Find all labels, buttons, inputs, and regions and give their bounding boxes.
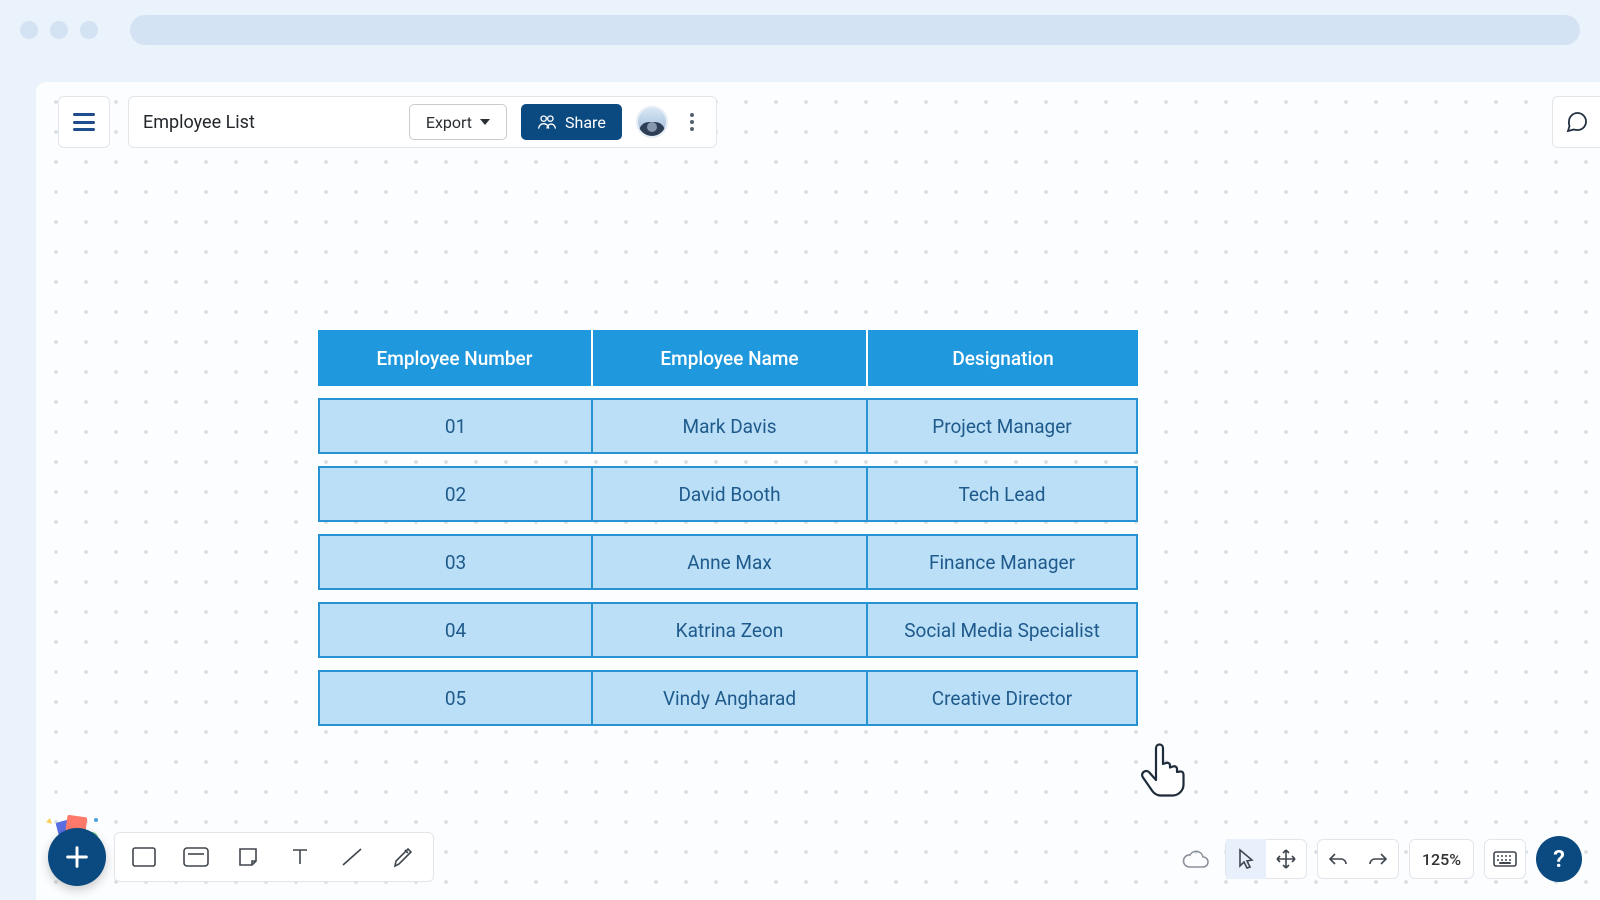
menu-button[interactable] [58,96,110,148]
text-icon [288,845,312,869]
browser-dot [20,21,38,39]
column-header: Employee Name [593,330,868,386]
share-label: Share [565,113,606,132]
cell-role: Finance Manager [866,534,1138,590]
cell-role: Social Media Specialist [866,602,1138,658]
cell-name: David Booth [591,466,868,522]
undo-redo-group [1317,839,1399,879]
redo-icon [1367,850,1389,868]
employee-table[interactable]: Employee Number Employee Name Designatio… [318,330,1138,726]
sticky-note-icon [236,845,260,869]
undo-icon [1327,850,1349,868]
caret-down-icon [480,119,490,125]
comments-button[interactable] [1552,96,1600,148]
help-button[interactable]: ? [1536,836,1582,882]
move-icon [1275,848,1297,870]
shape-toolbar [114,832,434,882]
keyboard-button[interactable] [1484,839,1526,879]
text-tool[interactable] [281,838,319,876]
browser-address-bar[interactable] [130,15,1580,45]
column-header: Designation [868,330,1138,386]
export-button[interactable]: Export [409,104,507,140]
cell-name: Mark Davis [591,398,868,454]
table-row[interactable]: 05 Vindy Angharad Creative Director [318,670,1138,726]
table-row[interactable]: 03 Anne Max Finance Manager [318,534,1138,590]
cell-role: Project Manager [866,398,1138,454]
line-icon [339,845,365,869]
plus-icon [63,843,91,871]
share-button[interactable]: Share [521,104,622,140]
cell-number: 04 [318,602,593,658]
table-row[interactable]: 04 Katrina Zeon Social Media Specialist [318,602,1138,658]
user-avatar[interactable] [636,106,668,138]
keyboard-icon [1492,850,1518,868]
canvas[interactable]: Employee List Export Share [36,82,1600,900]
export-label: Export [426,113,472,132]
cursor-mode-group [1225,839,1307,879]
line-tool[interactable] [333,838,371,876]
document-title[interactable]: Employee List [143,112,255,133]
title-bar: Employee List Export Share [128,96,717,148]
column-header: Employee Number [318,330,593,386]
table-header: Employee Number Employee Name Designatio… [318,330,1138,386]
pan-mode[interactable] [1266,839,1306,879]
card-icon [182,846,210,868]
note-tool[interactable] [229,838,267,876]
highlighter-icon [391,844,417,870]
browser-dot [50,21,68,39]
rectangle-icon [131,846,157,868]
sync-status[interactable] [1175,839,1215,879]
cell-name: Katrina Zeon [591,602,868,658]
browser-dot [80,21,98,39]
cell-number: 01 [318,398,593,454]
browser-chrome [0,0,1600,60]
cell-name: Vindy Angharad [591,670,868,726]
rectangle-tool[interactable] [125,838,163,876]
add-button[interactable] [48,828,106,886]
people-icon [537,114,557,130]
cursor-icon [1236,848,1256,870]
zoom-group[interactable]: 125% [1409,839,1474,879]
cell-role: Creative Director [866,670,1138,726]
card-tool[interactable] [177,838,215,876]
cell-number: 05 [318,670,593,726]
redo-button[interactable] [1358,839,1398,879]
table-row[interactable]: 02 David Booth Tech Lead [318,466,1138,522]
cell-number: 02 [318,466,593,522]
cell-number: 03 [318,534,593,590]
undo-button[interactable] [1318,839,1358,879]
canvas-header: Employee List Export Share [58,96,717,148]
more-button[interactable] [682,107,702,137]
cell-role: Tech Lead [866,466,1138,522]
table-row[interactable]: 01 Mark Davis Project Manager [318,398,1138,454]
zoom-level: 125% [1410,850,1473,869]
hamburger-icon [73,113,95,131]
view-controls: 125% ? [1175,836,1582,882]
cell-name: Anne Max [591,534,868,590]
speech-bubble-icon [1565,110,1589,134]
question-icon: ? [1553,845,1565,873]
highlighter-tool[interactable] [385,838,423,876]
cloud-icon [1181,849,1209,869]
select-mode[interactable] [1226,839,1266,879]
